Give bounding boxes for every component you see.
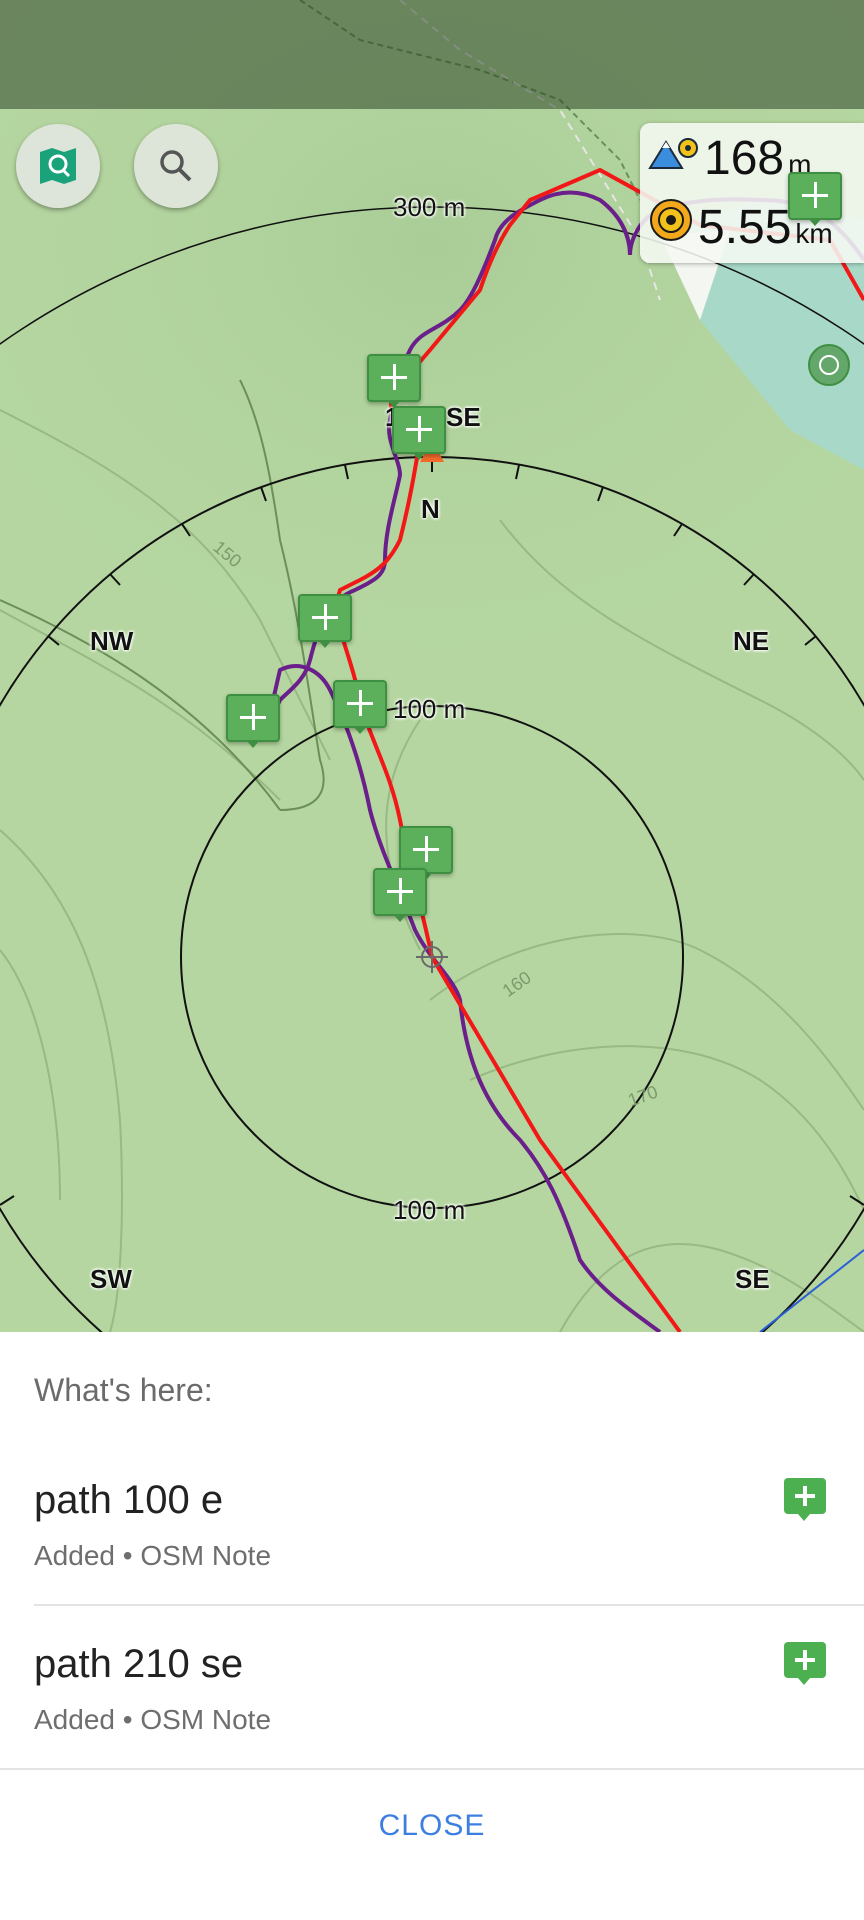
divider [0, 1768, 864, 1770]
item-title: path 210 se [34, 1642, 244, 1686]
item-title: path 100 e [34, 1478, 224, 1522]
compass-north: N [421, 494, 440, 524]
osm-note-icon [784, 1478, 826, 1521]
osm-note-marker[interactable] [333, 680, 387, 734]
osm-note-marker[interactable] [367, 354, 421, 408]
sheet-heading: What's here: [34, 1372, 213, 1408]
map-search-button[interactable] [16, 124, 100, 208]
osm-note-marker[interactable] [392, 406, 446, 460]
compass-northeast: NE [733, 626, 770, 656]
osm-note-marker[interactable] [788, 172, 842, 226]
target-icon [650, 199, 692, 241]
whats-here-sheet: What's here: path 100 e Added • OSM Note… [0, 1332, 864, 1920]
mountain-pin-icon [648, 138, 698, 169]
ring-label-100m-bottom: 100 m [393, 1195, 466, 1225]
compass-southwest: SW [90, 1264, 132, 1294]
altitude-value: 168 [704, 132, 785, 185]
osm-note-marker[interactable] [399, 826, 453, 880]
osm-note-marker[interactable] [298, 594, 352, 648]
ring-label-100m-top: 100 m [393, 694, 466, 724]
item-subtitle: Added • OSM Note [34, 1704, 272, 1735]
search-icon [160, 150, 192, 182]
divider [34, 1604, 864, 1606]
item-subtitle: Added • OSM Note [34, 1540, 272, 1571]
compass-southeast: SE [735, 1264, 770, 1294]
osm-note-icon [784, 1642, 826, 1685]
compass-northwest: NW [90, 626, 134, 656]
map-view[interactable]: 168 m 5.55 km 300 m 100 m 100 m 139° SE … [0, 0, 864, 1332]
ring-label-300m: 300 m [393, 192, 466, 222]
osm-note-marker[interactable] [373, 868, 427, 922]
close-button[interactable]: CLOSE [332, 1796, 532, 1856]
poi-icon[interactable] [808, 344, 850, 386]
search-button[interactable] [134, 124, 218, 208]
map-search-icon [40, 148, 76, 184]
status-bar-overlay [0, 0, 864, 109]
distance-value: 5.55 [698, 201, 792, 254]
altitude-row: 168 m [648, 131, 811, 186]
osm-note-marker[interactable] [226, 694, 280, 748]
